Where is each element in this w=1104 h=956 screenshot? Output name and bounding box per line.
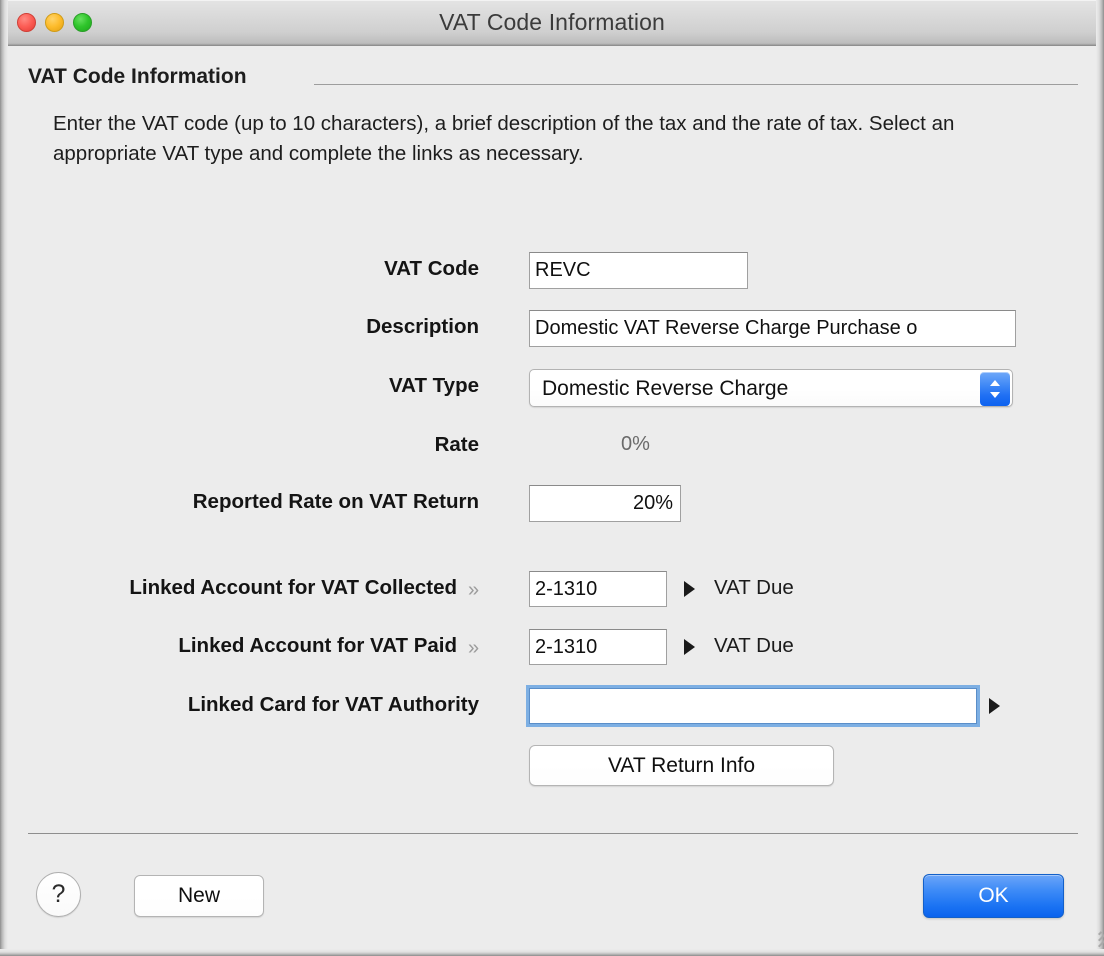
new-button[interactable]: New: [134, 875, 264, 917]
vat-type-popup-button[interactable]: Domestic Reverse Charge: [529, 369, 1013, 407]
linked-account-paid-arrow-icon[interactable]: [684, 639, 695, 655]
window-edge-right: [1096, 0, 1104, 956]
group-title: VAT Code Information: [28, 65, 247, 88]
zoom-arrow-icon[interactable]: »: [468, 638, 479, 658]
description-label: Description: [366, 315, 479, 338]
window-title: VAT Code Information: [439, 9, 665, 35]
help-button[interactable]: ?: [36, 872, 81, 917]
vat-code-label: VAT Code: [384, 257, 479, 280]
ok-button[interactable]: OK: [923, 874, 1064, 918]
window-titlebar[interactable]: VAT Code Information: [0, 0, 1104, 46]
row-vat-type: VAT Type Domestic Reverse Charge: [8, 369, 1096, 409]
linked-account-collected-label: Linked Account for VAT Collected: [129, 576, 457, 599]
vat-type-value: Domestic Reverse Charge: [542, 377, 789, 400]
reported-rate-label: Reported Rate on VAT Return: [192, 490, 479, 513]
group-header: VAT Code Information: [28, 65, 1078, 93]
row-vat-code: VAT Code: [8, 252, 1096, 292]
instructions-text: Enter the VAT code (up to 10 characters)…: [53, 112, 955, 165]
window-edge-bottom: [0, 949, 1104, 956]
vat-type-label: VAT Type: [389, 374, 479, 397]
row-linked-account-collected: Linked Account for VAT Collected » VAT D…: [8, 571, 1096, 611]
linked-card-arrow-icon[interactable]: [989, 698, 1000, 714]
linked-account-paid-input[interactable]: [529, 629, 667, 665]
row-linked-card: Linked Card for VAT Authority: [8, 688, 1096, 728]
dialog-content: VAT Code Information Enter the VAT code …: [8, 47, 1096, 949]
row-linked-account-paid: Linked Account for VAT Paid » VAT Due: [8, 629, 1096, 669]
zoom-arrow-icon[interactable]: »: [468, 580, 479, 600]
row-description: Description: [8, 310, 1096, 350]
linked-account-paid-name: VAT Due: [714, 634, 794, 657]
resize-grip[interactable]: [1079, 930, 1104, 953]
linked-account-collected-input[interactable]: [529, 571, 667, 607]
linked-account-collected-arrow-icon[interactable]: [684, 581, 695, 597]
linked-account-collected-name: VAT Due: [714, 576, 794, 599]
linked-card-input[interactable]: [529, 688, 977, 724]
chevron-updown-icon[interactable]: [980, 372, 1010, 406]
rate-label: Rate: [434, 433, 479, 456]
linked-account-paid-label: Linked Account for VAT Paid: [178, 634, 457, 657]
row-reported-rate: Reported Rate on VAT Return: [8, 485, 1096, 525]
window-edge-left: [0, 0, 8, 956]
footer-divider: [28, 833, 1078, 834]
group-rule: [314, 84, 1078, 85]
vat-return-info-button[interactable]: VAT Return Info: [529, 745, 834, 786]
row-rate: Rate 0%: [8, 428, 1096, 468]
reported-rate-input[interactable]: [529, 485, 681, 522]
linked-card-label: Linked Card for VAT Authority: [187, 693, 479, 716]
description-input[interactable]: [529, 310, 1016, 347]
vat-code-input[interactable]: [529, 252, 748, 289]
vat-code-information-window: VAT Code Information VAT Code Informatio…: [0, 0, 1104, 956]
rate-value: 0%: [621, 433, 650, 455]
